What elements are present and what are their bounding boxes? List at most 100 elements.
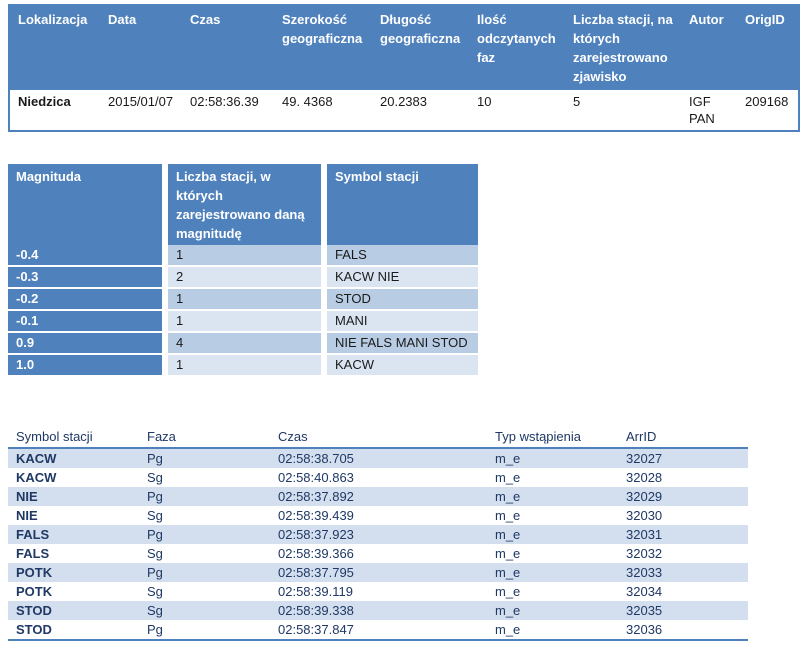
cell-time: 02:58:37.795 [270,563,487,582]
event-table: Lokalizacja Data Czas Szerokość geografi… [8,4,800,132]
cell-onset-type: m_e [495,508,521,523]
cell-longitude: 20.2383 [380,94,427,109]
cell-onset-type: m_e [487,487,618,506]
arrival-row: KACW Sg 02:58:40.863 m_e 32028 [8,468,748,487]
cell-time: 02:58:39.338 [270,601,487,620]
cell-station-symbol: FALS [8,525,139,544]
cell-phase: Pg [139,525,270,544]
cell-station-symbol: KACW NIE [327,267,478,289]
arrival-row: STOD Pg 02:58:37.847 m_e 32036 [8,620,748,640]
cell-station-symbol: KACW [8,448,139,468]
col-header-magnitude: Magnituda [8,164,168,245]
col-header-latitude: Szerokość geograficzna [274,5,372,90]
col-header-phase: Faza [139,429,270,449]
col-header-arrid: ArrID [618,429,748,449]
col-header-station-count: Liczba stacji, na których zarejestrowano… [565,5,681,90]
cell-station-symbol: STOD [16,622,52,637]
cell-phase-count: 10 [477,94,492,109]
cell-station-symbol: STOD [327,289,478,311]
cell-time: 02:58:39.366 [278,546,354,561]
col-header-station-symbol: Symbol stacji [327,164,478,245]
cell-station-symbol: POTK [16,584,53,599]
cell-onset-type: m_e [495,584,521,599]
cell-time: 02:58:37.847 [278,622,354,637]
arrival-row: NIE Sg 02:58:39.439 m_e 32030 [8,506,748,525]
cell-arrid: 32029 [618,487,748,506]
arrivals-table-header: Symbol stacji Faza Czas Typ wstąpienia A… [8,429,748,449]
arrival-row: KACW Pg 02:58:38.705 m_e 32027 [8,448,748,468]
cell-date: 2015/01/07 [108,94,174,109]
col-header-onset-type: Typ wstąpienia [487,429,618,449]
magnitude-table: Magnituda Liczba stacji, w których zarej… [8,164,478,377]
cell-onset-type: m_e [487,448,618,468]
cell-arrid: 32028 [626,470,663,485]
cell-onset-type: m_e [487,563,618,582]
col-header-time: Czas [270,429,487,449]
col-header-station-count: Liczba stacji, w których zarejestrowano … [168,164,327,245]
cell-arrid: 32033 [618,563,748,582]
arrival-row: POTK Sg 02:58:39.119 m_e 32034 [8,582,748,601]
magnitude-row: 1.0 1 KACW [8,355,478,377]
col-header-origid: OrigID [737,5,799,90]
cell-station-symbol: STOD [8,601,139,620]
cell-phase: Sg [139,601,270,620]
event-table-header: Lokalizacja Data Czas Szerokość geografi… [9,5,799,90]
magnitude-row: 0.9 4 NIE FALS MANI STOD [8,333,478,355]
cell-station-count: 1 [168,355,327,377]
cell-onset-type: m_e [495,546,521,561]
cell-time: 02:58:39.119 [278,584,353,599]
cell-magnitude: 0.9 [8,333,168,355]
cell-station-symbol: POTK [8,563,139,582]
cell-onset-type: m_e [487,525,618,544]
cell-author: IGF PAN [689,94,715,126]
cell-time: 02:58:36.39 [190,94,259,109]
cell-location: Niedzica [18,94,71,109]
arrival-row: STOD Sg 02:58:39.338 m_e 32035 [8,601,748,620]
cell-station-count: 2 [168,267,327,289]
cell-time: 02:58:37.892 [270,487,487,506]
cell-arrid: 32030 [626,508,663,523]
cell-arrid: 32027 [618,448,748,468]
cell-latitude: 49. 4368 [282,94,333,109]
arrival-row: FALS Sg 02:58:39.366 m_e 32032 [8,544,748,563]
cell-phase: Sg [147,470,163,485]
cell-arrid: 32034 [626,584,663,599]
arrivals-table: Symbol stacji Faza Czas Typ wstąpienia A… [8,429,748,641]
cell-onset-type: m_e [495,470,521,485]
cell-magnitude: -0.3 [8,267,168,289]
col-header-station-symbol: Symbol stacji [8,429,139,449]
cell-magnitude: 1.0 [8,355,168,377]
cell-time: 02:58:37.923 [270,525,487,544]
cell-onset-type: m_e [495,622,521,637]
cell-station-count: 1 [168,311,327,333]
magnitude-table-header: Magnituda Liczba stacji, w których zarej… [8,164,478,245]
cell-magnitude: -0.2 [8,289,168,311]
cell-station-count: 4 [168,333,327,355]
col-header-time: Czas [182,5,274,90]
cell-station-symbol: FALS [16,546,50,561]
cell-onset-type: m_e [487,601,618,620]
cell-station-count: 1 [168,245,327,267]
event-row: Niedzica 2015/01/07 02:58:36.39 49. 4368… [9,90,799,131]
cell-arrid: 32032 [626,546,663,561]
magnitude-row: -0.2 1 STOD [8,289,478,311]
cell-phase: Pg [139,563,270,582]
cell-arrid: 32036 [626,622,663,637]
cell-phase: Sg [147,508,163,523]
cell-station-count: 1 [168,289,327,311]
arrival-row: FALS Pg 02:58:37.923 m_e 32031 [8,525,748,544]
cell-time: 02:58:40.863 [278,470,354,485]
cell-station-symbol: KACW [16,470,57,485]
cell-arrid: 32035 [618,601,748,620]
arrival-row: POTK Pg 02:58:37.795 m_e 32033 [8,563,748,582]
cell-phase: Pg [139,448,270,468]
col-header-longitude: Długość geograficzna [372,5,469,90]
col-header-location: Lokalizacja [9,5,100,90]
cell-phase: Sg [147,546,163,561]
magnitude-row: -0.3 2 KACW NIE [8,267,478,289]
cell-phase: Pg [139,487,270,506]
magnitude-row: -0.1 1 MANI [8,311,478,333]
cell-phase: Sg [147,584,163,599]
cell-station-symbol: NIE [8,487,139,506]
cell-station-symbol: FALS [327,245,478,267]
